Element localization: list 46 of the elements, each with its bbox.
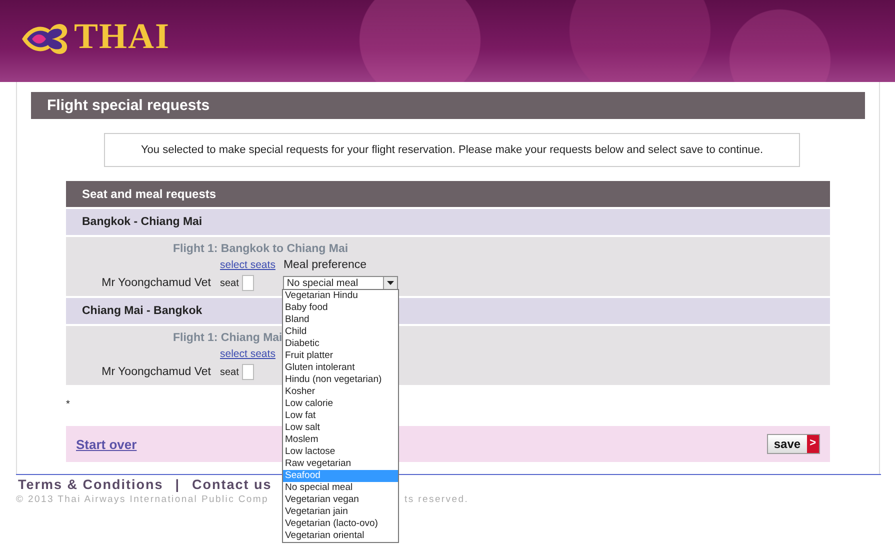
passenger-name: Mr Yoongchamud Vet <box>100 277 211 289</box>
dropdown-option[interactable]: Vegetarian vegan <box>283 494 398 506</box>
seat-field[interactable] <box>242 275 254 291</box>
meal-preference-label: Meal preference <box>283 259 367 271</box>
route-header: Bangkok - Chiang Mai <box>66 207 830 235</box>
dropdown-option[interactable]: Vegetarian Hindu <box>283 290 398 302</box>
start-over-link[interactable]: Start over <box>76 436 137 452</box>
select-seats-link[interactable]: select seats <box>220 348 276 360</box>
requests-header: Seat and meal requests <box>66 181 830 207</box>
dropdown-option[interactable]: Vegetarian jain <box>283 506 398 518</box>
contact-link[interactable]: Contact us <box>192 477 272 492</box>
dropdown-option[interactable]: Child <box>283 326 398 338</box>
dropdown-option[interactable]: Low calorie <box>283 398 398 410</box>
caret-icon <box>386 281 394 285</box>
page-title: Flight special requests <box>31 92 865 119</box>
select-seats-link[interactable]: select seats <box>220 259 276 271</box>
seat-label: seat <box>220 278 239 288</box>
dropdown-option[interactable]: Baby food <box>283 302 398 314</box>
dropdown-option[interactable]: Vegetarian (lacto-ovo) <box>283 518 398 530</box>
copyright-text: © 2013 Thai Airways International Public Comp <box>16 494 269 505</box>
dropdown-option[interactable]: Vegetarian oriental <box>283 530 398 542</box>
dropdown-option[interactable]: Kosher <box>283 386 398 398</box>
flight-title: Flight 1: Bangkok to Chiang Mai <box>173 243 348 255</box>
dropdown-option[interactable]: Hindu (non vegetarian) <box>283 374 398 386</box>
link-separator: | <box>175 477 180 492</box>
dropdown-option[interactable]: Low lactose <box>283 446 398 458</box>
seat-field[interactable] <box>242 364 254 380</box>
dropdown-option[interactable]: Fruit platter <box>283 350 398 362</box>
dropdown-option[interactable]: Low salt <box>283 422 398 434</box>
save-button[interactable]: save > <box>766 434 820 454</box>
meal-select[interactable]: No special meal <box>282 276 398 290</box>
dropdown-option[interactable]: Moslem <box>283 434 398 446</box>
dropdown-option[interactable]: Low fat <box>283 410 398 422</box>
logo-text: THAI <box>74 18 170 54</box>
dropdown-option[interactable]: Gluten intolerant <box>283 362 398 374</box>
seat-label: seat <box>220 366 239 378</box>
dropdown-option[interactable]: Bland <box>283 314 398 326</box>
dropdown-option[interactable]: No special meal <box>283 482 398 494</box>
dropdown-option[interactable]: Diabetic <box>283 338 398 350</box>
copyright-text: ts reserved. <box>404 494 469 505</box>
footnote-mark: * <box>66 399 70 410</box>
dropdown-option[interactable]: Raw vegetarian <box>283 458 398 470</box>
passenger-name: Mr Yoongchamud Vet <box>100 366 211 378</box>
flight-title: Flight 1: Chiang Mai <box>173 332 282 344</box>
info-message: You selected to make special requests for your flight reservation. Please make your requests below and select save to continue. <box>104 133 800 167</box>
terms-link[interactable]: Terms & Conditions <box>18 477 164 492</box>
